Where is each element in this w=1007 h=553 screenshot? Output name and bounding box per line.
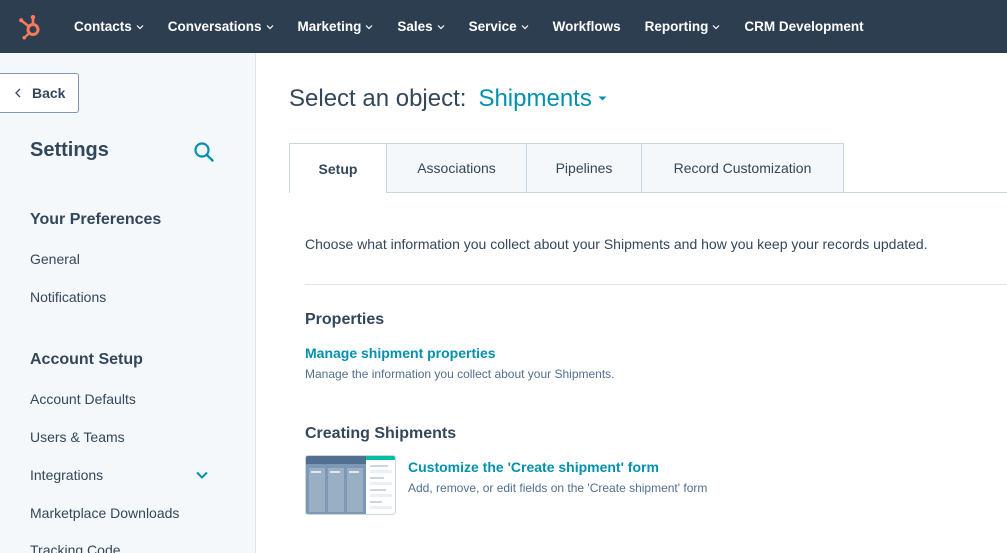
hubspot-logo-icon[interactable] — [0, 0, 60, 53]
form-preview-thumbnail — [305, 455, 396, 515]
chevron-down-icon — [521, 24, 529, 29]
chevron-left-icon — [15, 88, 21, 98]
nav-conversations[interactable]: Conversations — [168, 19, 274, 34]
nav-crm-development-label: CRM Development — [744, 19, 864, 34]
nav-sales-label: Sales — [397, 19, 433, 34]
nav-contacts[interactable]: Contacts — [74, 19, 144, 34]
nav-reporting-label: Reporting — [644, 19, 709, 34]
back-button-label: Back — [32, 85, 66, 101]
sidebar-item-integrations[interactable]: Integrations — [30, 467, 103, 483]
nav-crm-development[interactable]: CRM Development — [744, 19, 863, 34]
nav-marketing[interactable]: Marketing — [298, 19, 374, 34]
back-button[interactable]: Back — [0, 73, 79, 113]
creating-heading: Creating Shipments — [305, 425, 457, 442]
object-tabs: Setup Associations Pipelines Record Cust… — [289, 143, 844, 193]
nav-contacts-label: Contacts — [74, 19, 132, 34]
object-selector-label: Select an object: — [289, 85, 467, 112]
tab-setup[interactable]: Setup — [289, 143, 387, 193]
customize-create-form-link[interactable]: Customize the 'Create shipment' form — [408, 459, 659, 475]
customize-create-form-desc: Add, remove, or edit fields on the 'Crea… — [408, 481, 708, 495]
sidebar-title: Settings — [30, 139, 109, 161]
nav-conversations-label: Conversations — [167, 19, 262, 34]
sidebar-item-account-defaults[interactable]: Account Defaults — [30, 391, 136, 407]
nav-marketing-label: Marketing — [297, 19, 362, 34]
chevron-down-icon — [437, 24, 445, 29]
sidebar-item-users-teams[interactable]: Users & Teams — [30, 429, 125, 445]
chevron-down-icon — [266, 24, 273, 29]
chevron-down-icon — [136, 24, 144, 29]
main-content: Select an object: Shipments Setup Associ… — [257, 53, 1007, 553]
sidebar-item-general[interactable]: General — [30, 251, 80, 267]
tab-record-customization[interactable]: Record Customization — [642, 143, 844, 193]
manage-properties-link[interactable]: Manage shipment properties — [305, 345, 496, 361]
properties-heading: Properties — [305, 311, 385, 328]
nav-sales[interactable]: Sales — [397, 19, 445, 34]
tabs-baseline — [843, 192, 1007, 193]
chevron-down-icon — [712, 24, 720, 29]
setup-intro-text: Choose what information you collect abou… — [305, 236, 928, 252]
sidebar-item-notifications[interactable]: Notifications — [30, 289, 106, 305]
chevron-down-icon[interactable] — [194, 467, 210, 483]
nav-workflows-label: Workflows — [552, 19, 621, 34]
object-selector-row: Select an object: Shipments — [289, 85, 607, 113]
section-heading-account-setup: Account Setup — [30, 351, 143, 368]
sidebar-item-tracking-code[interactable]: Tracking Code — [30, 542, 121, 553]
sidebar-item-marketplace-downloads[interactable]: Marketplace Downloads — [30, 505, 179, 521]
nav-service[interactable]: Service — [469, 19, 529, 34]
object-selector-dropdown[interactable]: Shipments — [478, 85, 591, 113]
tab-associations[interactable]: Associations — [387, 143, 527, 193]
settings-sidebar: Back Settings Your Preferences General N… — [0, 53, 256, 553]
caret-down-icon[interactable] — [598, 96, 607, 102]
nav-service-label: Service — [468, 19, 517, 34]
divider — [305, 284, 1007, 285]
top-navigation: Contacts Conversations Marketing Sales S… — [0, 0, 1007, 53]
nav-reporting[interactable]: Reporting — [645, 19, 721, 34]
section-heading-your-preferences: Your Preferences — [30, 211, 162, 228]
tab-pipelines[interactable]: Pipelines — [527, 143, 642, 193]
nav-workflows[interactable]: Workflows — [553, 19, 621, 34]
search-icon[interactable] — [193, 141, 215, 163]
manage-properties-desc: Manage the information you collect about… — [305, 367, 615, 381]
chevron-down-icon — [365, 24, 373, 29]
